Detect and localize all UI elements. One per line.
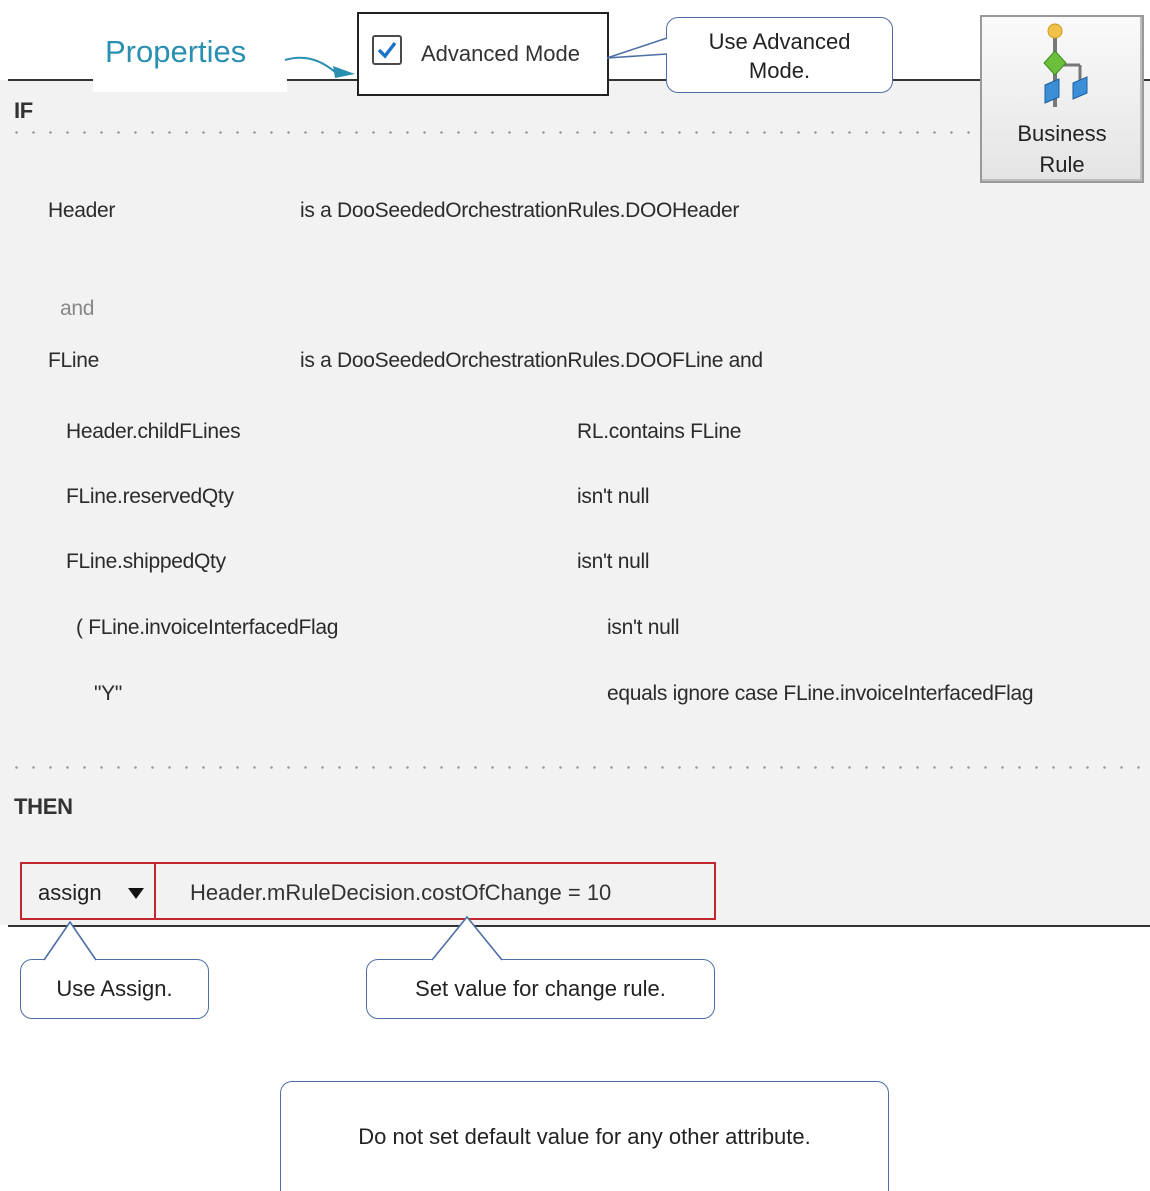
set-value-callout: Set value for change rule. [366, 959, 715, 1019]
header-type[interactable]: is a DooSeededOrchestrationRules.DOOHead… [300, 199, 739, 223]
assign-callout-text: Use Assign. [56, 976, 173, 1001]
properties-arrow-icon [284, 56, 355, 78]
action-expression-box[interactable]: Header.mRuleDecision.costOfChange = 10 [155, 862, 716, 920]
condition-right[interactable]: equals ignore case FLine.invoiceInterfac… [607, 682, 1034, 706]
chevron-down-icon [128, 888, 144, 899]
properties-label: Properties [105, 34, 247, 69]
assign-callout: Use Assign. [20, 959, 209, 1019]
then-divider [8, 766, 1150, 769]
advanced-callout-line1: Use Advanced [708, 29, 851, 54]
panel-bottom-border [8, 925, 1150, 927]
condition-right[interactable]: isn't null [607, 616, 680, 640]
condition-right[interactable]: isn't null [577, 485, 650, 509]
business-rule-label-line2: Rule [1039, 152, 1085, 177]
and-label: and [60, 297, 95, 320]
business-rule-button[interactable]: Business Rule [980, 15, 1144, 183]
condition-left[interactable]: "Y" [94, 682, 122, 706]
condition-left[interactable]: ( FLine.invoiceInterfacedFlag [76, 616, 338, 640]
action-expression: Header.mRuleDecision.costOfChange = 10 [190, 880, 612, 905]
advanced-mode-label: Advanced Mode [421, 41, 580, 66]
fline-variable[interactable]: FLine [48, 349, 99, 373]
if-label: IF [14, 98, 33, 123]
condition-right[interactable]: isn't null [577, 550, 650, 574]
advanced-mode-callout: Use Advanced Mode. [666, 17, 893, 93]
condition-left[interactable]: FLine.shippedQty [66, 550, 226, 574]
header-variable[interactable]: Header [48, 199, 115, 223]
business-rule-icon [1043, 23, 1088, 107]
default-value-callout-text: Do not set default value for any other a… [358, 1124, 811, 1149]
business-rule-label-line1: Business [1017, 121, 1107, 146]
action-type-label: assign [38, 880, 102, 905]
advanced-callout-line2: Mode. [748, 58, 811, 83]
condition-left[interactable]: Header.childFLines [66, 420, 241, 444]
advanced-mode-panel: Advanced Mode [357, 12, 609, 96]
advanced-mode-checkbox[interactable] [372, 35, 402, 65]
condition-left[interactable]: FLine.reservedQty [66, 485, 234, 509]
default-value-callout: Do not set default value for any other a… [280, 1081, 889, 1191]
set-value-callout-text: Set value for change rule. [415, 976, 666, 1001]
fline-type[interactable]: is a DooSeededOrchestrationRules.DOOFLin… [300, 349, 763, 373]
condition-right[interactable]: RL.contains FLine [577, 420, 741, 444]
then-label: THEN [14, 794, 73, 819]
action-type-dropdown[interactable]: assign [20, 862, 156, 920]
business-rule-label: Business Rule [982, 118, 1142, 180]
if-divider [8, 131, 1150, 134]
checkmark-icon [377, 41, 397, 59]
